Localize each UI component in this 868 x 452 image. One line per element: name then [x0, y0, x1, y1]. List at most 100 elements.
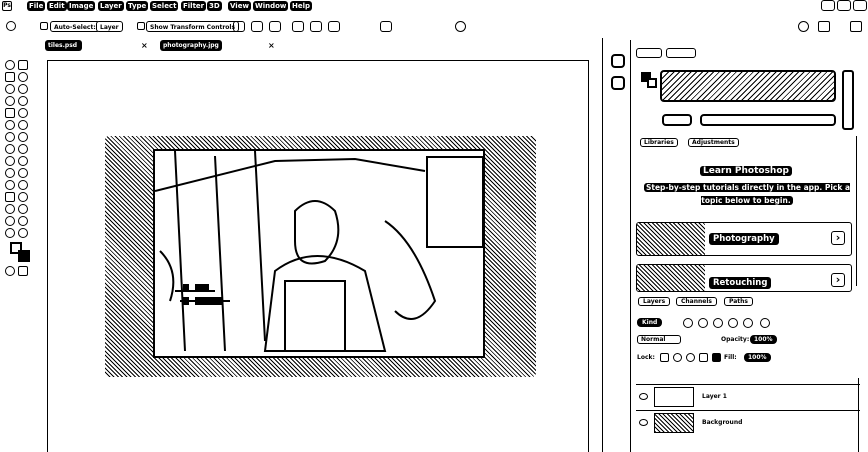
layer-filter-kind[interactable]: Kind: [637, 318, 663, 327]
pencil-tool-icon[interactable]: [18, 144, 28, 154]
menu-type[interactable]: Type: [126, 1, 149, 11]
layer-row[interactable]: Background: [636, 410, 860, 436]
color-panel-tab[interactable]: [636, 48, 662, 58]
move-tool-icon[interactable]: [5, 60, 15, 70]
visibility-eye-icon[interactable]: [639, 419, 648, 426]
menu-layer[interactable]: Layer: [98, 1, 124, 11]
color-value-field[interactable]: [700, 114, 836, 126]
dodge-tool-icon[interactable]: [5, 216, 15, 226]
layer-name[interactable]: Layer 1: [702, 393, 727, 400]
align-icon[interactable]: [310, 21, 322, 32]
menu-filter[interactable]: Filter: [181, 1, 207, 11]
align-icon[interactable]: [233, 21, 245, 32]
patch-tool-icon[interactable]: [18, 132, 28, 142]
tab-tiles[interactable]: tiles.psd @ 50% (RGB/8#): [45, 40, 82, 71]
brush-tool-icon[interactable]: [5, 144, 15, 154]
ruler-tool-icon[interactable]: [18, 120, 28, 130]
tab-adjustments[interactable]: Adjustments: [688, 138, 739, 147]
menu-window[interactable]: Window: [253, 1, 289, 11]
learn-card-retouching[interactable]: Retouching ›: [636, 264, 852, 292]
sharpen-tool-icon[interactable]: [18, 204, 28, 214]
3d-mode-icon[interactable]: [455, 21, 466, 32]
menu-view[interactable]: View: [228, 1, 251, 11]
eyedropper-tool-icon[interactable]: [5, 120, 15, 130]
hue-slider[interactable]: [842, 70, 854, 130]
move-icon[interactable]: [6, 21, 16, 31]
fill-field[interactable]: 100%: [744, 353, 771, 362]
search-icon[interactable]: [798, 21, 809, 32]
transform-checkbox[interactable]: [137, 22, 145, 30]
swatches-panel-tab[interactable]: [666, 48, 696, 58]
layers-scrollbar[interactable]: [858, 378, 867, 452]
quick-select-tool-icon[interactable]: [5, 96, 15, 106]
blend-mode-dropdown[interactable]: Normal: [637, 335, 681, 344]
pen-tool-icon[interactable]: [5, 228, 15, 238]
menu-help[interactable]: Help: [290, 1, 313, 11]
tab-channels[interactable]: Channels: [676, 297, 717, 306]
lasso-tool-icon[interactable]: [5, 84, 15, 94]
hand-tool-icon[interactable]: [18, 84, 28, 94]
learn-scrollbar[interactable]: [856, 136, 865, 286]
eraser-tool-icon[interactable]: [5, 180, 15, 190]
burn-tool-icon[interactable]: [18, 216, 28, 226]
tab-photography[interactable]: photography.jpg @ 101% (RGB/8#): [160, 40, 222, 71]
menu-3d[interactable]: 3D: [207, 1, 222, 11]
filter-adjustment-icon[interactable]: [698, 318, 708, 328]
menu-file[interactable]: File: [27, 1, 46, 11]
paint-bucket-tool-icon[interactable]: [18, 192, 28, 202]
layer-row[interactable]: Layer 1: [636, 384, 860, 410]
menu-select[interactable]: Select: [150, 1, 179, 11]
maximize-button[interactable]: [837, 0, 851, 11]
blur-tool-icon[interactable]: [5, 204, 15, 214]
quick-mask-icon[interactable]: [5, 266, 15, 276]
background-eraser-tool-icon[interactable]: [18, 180, 28, 190]
align-icon[interactable]: [328, 21, 340, 32]
menu-image[interactable]: Image: [67, 1, 96, 11]
magic-wand-tool-icon[interactable]: [18, 96, 28, 106]
align-icon[interactable]: [292, 21, 304, 32]
filter-toggle-icon[interactable]: [760, 318, 770, 328]
slice-tool-icon[interactable]: [18, 108, 28, 118]
type-tool-icon[interactable]: [18, 228, 28, 238]
align-icon[interactable]: [251, 21, 263, 32]
align-icon[interactable]: [269, 21, 281, 32]
visibility-eye-icon[interactable]: [639, 393, 648, 400]
opacity-field[interactable]: 100%: [750, 335, 777, 344]
filter-smart-icon[interactable]: [743, 318, 753, 328]
filter-shape-icon[interactable]: [728, 318, 738, 328]
history-brush-tool-icon[interactable]: [5, 168, 15, 178]
stamp-tool-icon[interactable]: [5, 156, 15, 166]
color-spectrum[interactable]: [660, 70, 836, 102]
share-icon[interactable]: [850, 21, 862, 32]
tab-layers[interactable]: Layers: [638, 297, 671, 306]
learn-card-photography[interactable]: Photography ›: [636, 222, 852, 256]
history-icon[interactable]: [611, 54, 625, 68]
filter-pixel-icon[interactable]: [683, 318, 693, 328]
lock-artboard-icon[interactable]: [699, 353, 708, 362]
pattern-stamp-tool-icon[interactable]: [18, 156, 28, 166]
healing-tool-icon[interactable]: [5, 132, 15, 142]
art-history-tool-icon[interactable]: [18, 168, 28, 178]
auto-select-dropdown[interactable]: Layer: [96, 21, 123, 32]
screen-mode-icon[interactable]: [18, 266, 28, 276]
close-button[interactable]: [853, 0, 867, 11]
gradient-tool-icon[interactable]: [5, 192, 15, 202]
close-icon[interactable]: ×: [268, 41, 275, 50]
menu-edit[interactable]: Edit: [47, 1, 67, 11]
zoom-tool-icon[interactable]: [18, 72, 28, 82]
tab-libraries[interactable]: Libraries: [640, 138, 678, 147]
workspace-icon[interactable]: [818, 21, 830, 32]
photo-layer[interactable]: [153, 149, 485, 358]
lock-position-icon[interactable]: [686, 353, 695, 362]
color-toggle[interactable]: [662, 114, 692, 126]
minimize-button[interactable]: [821, 0, 835, 11]
lock-paint-icon[interactable]: [673, 353, 682, 362]
auto-select-checkbox[interactable]: [40, 22, 48, 30]
filter-type-icon[interactable]: [713, 318, 723, 328]
layer-name[interactable]: Background: [702, 419, 742, 426]
lock-all-icon[interactable]: [712, 353, 721, 362]
marquee-tool-icon[interactable]: [5, 72, 15, 82]
close-icon[interactable]: ×: [141, 41, 148, 50]
properties-icon[interactable]: [611, 76, 625, 90]
crop-tool-icon[interactable]: [5, 108, 15, 118]
